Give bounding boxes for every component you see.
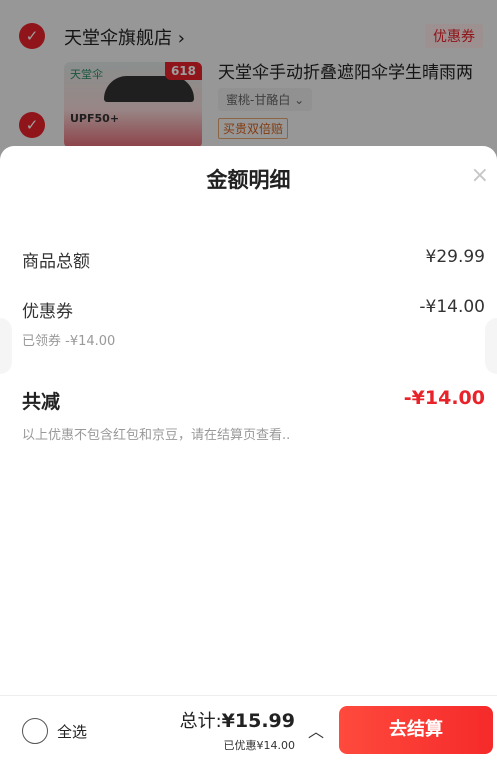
total-reduction-label: 共减: [22, 391, 61, 413]
select-all-checkbox[interactable]: [22, 718, 48, 744]
amount-detail-sheet: 金额明细 × 商品总额 ¥29.99 优惠券 -¥14.00 已领券 -¥14.…: [0, 146, 497, 763]
sum-amount: ¥15.99: [221, 710, 295, 732]
sheet-title: 金额明细: [206, 168, 291, 192]
select-all-label[interactable]: 全选: [57, 721, 87, 742]
coupon-sub-label: 已领券 -¥14.00: [22, 334, 116, 349]
left-edge-shadow: [0, 318, 12, 374]
coupon-value: -¥14.00: [419, 297, 485, 317]
sum-prefix: 总计:: [179, 711, 222, 732]
goods-total-label: 商品总额: [22, 252, 90, 272]
chevron-up-icon[interactable]: ︿: [308, 718, 324, 742]
discount-note: 以上优惠不包含红包和京豆，请在结算页查看..: [22, 428, 291, 443]
total-reduction-value: -¥14.00: [403, 387, 485, 409]
checkout-bar: 全选 总计:¥15.99 已优惠¥14.00 ︿ 去结算: [0, 695, 497, 763]
discount-summary: 已优惠¥14.00: [223, 739, 296, 752]
right-edge-shadow: [485, 318, 497, 374]
checkout-button[interactable]: 去结算: [339, 706, 493, 754]
close-icon[interactable]: ×: [471, 165, 489, 187]
coupon-label: 优惠券: [22, 302, 73, 322]
sum-line[interactable]: 总计:¥15.99: [180, 707, 295, 733]
goods-total-value: ¥29.99: [425, 247, 485, 267]
